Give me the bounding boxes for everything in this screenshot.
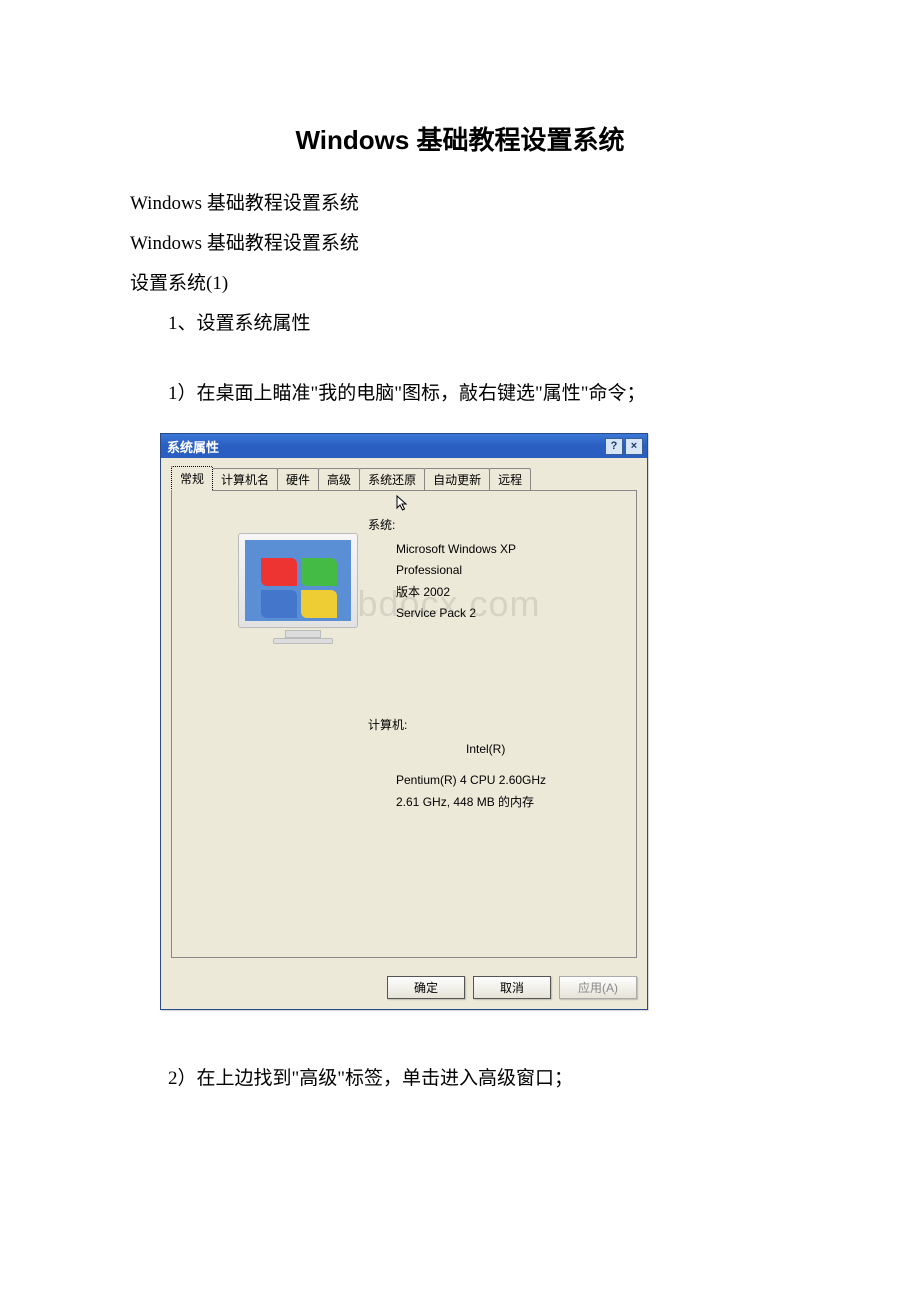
tab-panel: www.bdocx.com — [171, 490, 637, 958]
computer-info: 2.61 GHz, 448 MB 的内存 — [396, 792, 620, 814]
text-line: 设置系统(1) — [130, 265, 790, 303]
tab-computer-name[interactable]: 计算机名 — [212, 468, 278, 490]
computer-info: Intel(R) — [466, 739, 620, 761]
tab-remote[interactable]: 远程 — [489, 468, 531, 490]
help-button[interactable]: ? — [605, 438, 623, 455]
system-info: 版本 2002 — [396, 582, 620, 604]
monitor-icon — [238, 533, 368, 653]
system-info: Microsoft Windows XP — [396, 539, 620, 561]
computer-label: 计算机: — [368, 715, 620, 737]
windows-flag-icon — [245, 540, 351, 621]
ok-button[interactable]: 确定 — [387, 976, 465, 999]
system-label: 系统: — [368, 515, 620, 537]
tab-general[interactable]: 常规 — [171, 466, 213, 491]
cancel-button[interactable]: 取消 — [473, 976, 551, 999]
dialog-button-row: 确定 取消 应用(A) — [161, 968, 647, 1009]
step-text: 2）在上边找到"高级"标签，单击进入高级窗口； — [130, 1060, 790, 1098]
dialog-titlebar[interactable]: 系统属性 ? × — [161, 434, 647, 458]
page-title: Windows 基础教程设置系统 — [130, 120, 790, 157]
computer-info: Pentium(R) 4 CPU 2.60GHz — [396, 770, 620, 792]
apply-button[interactable]: 应用(A) — [559, 976, 637, 999]
system-info: Service Pack 2 — [396, 603, 620, 625]
dialog-title: 系统属性 — [167, 437, 219, 456]
tab-advanced[interactable]: 高级 — [318, 468, 360, 490]
close-button[interactable]: × — [625, 438, 643, 455]
tab-system-restore[interactable]: 系统还原 — [359, 468, 425, 490]
step-heading: 1、设置系统属性 — [130, 305, 790, 343]
text-line: Windows 基础教程设置系统 — [130, 185, 790, 223]
tab-strip: 常规 计算机名 硬件 高级 系统还原 自动更新 远程 — [171, 468, 637, 490]
tab-auto-update[interactable]: 自动更新 — [424, 468, 490, 490]
text-line: Windows 基础教程设置系统 — [130, 225, 790, 263]
tab-hardware[interactable]: 硬件 — [277, 468, 319, 490]
system-properties-dialog: 系统属性 ? × 常规 计算机名 硬件 高级 系统还原 自动更新 远程 www.… — [160, 433, 648, 1010]
step-text: 1）在桌面上瞄准"我的电脑"图标，敲右键选"属性"命令； — [130, 375, 790, 413]
system-info: Professional — [396, 560, 620, 582]
cursor-icon — [396, 495, 410, 513]
